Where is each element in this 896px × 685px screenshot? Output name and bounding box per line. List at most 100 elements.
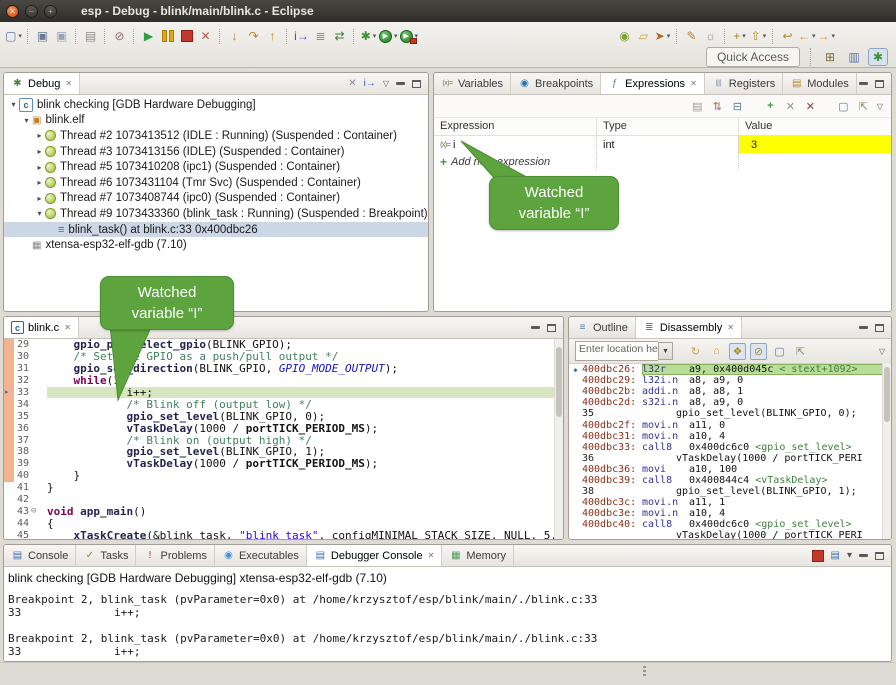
code-text[interactable]: vTaskDelay(1000 / portTICK_PERIOD_MS); xyxy=(47,458,563,470)
maximize-view-icon[interactable] xyxy=(875,552,884,560)
disassembly-line[interactable]: 400dbc36:movia10, 100 xyxy=(569,464,891,475)
refresh-icon[interactable]: ↻ xyxy=(687,343,704,360)
disassembly-scrollbar[interactable] xyxy=(882,363,891,539)
scrollbar-thumb[interactable] xyxy=(556,347,562,417)
disassembly-line[interactable]: 400dbc33:call80x400dc6c0 <gpio_set_level… xyxy=(569,442,891,453)
code-text[interactable]: { xyxy=(47,517,563,529)
editor-line[interactable]: 37 /* Blink on (output high) */ xyxy=(4,434,563,446)
step-into-icon[interactable]: ↓ xyxy=(226,27,243,45)
disconnect-icon[interactable]: ✕ xyxy=(197,27,214,45)
breakpoint-hit-icon[interactable]: ➤ xyxy=(4,387,9,398)
tree-expand-icon[interactable]: ▸ xyxy=(34,178,45,187)
console-tab-console[interactable]: ▤Console xyxy=(4,545,76,566)
gear-icon[interactable]: ☼ xyxy=(702,27,719,45)
disassembly-line[interactable]: 400dbc39:call80x400844c4 <vTaskDelay> xyxy=(569,475,891,486)
sync-selection-icon[interactable]: ⊘ xyxy=(750,343,767,360)
home-icon[interactable]: ⌂ xyxy=(708,343,725,360)
paintbrush-icon[interactable]: ✎ xyxy=(683,27,700,45)
editor-line[interactable]: 39 vTaskDelay(1000 / portTICK_PERIOD_MS)… xyxy=(4,458,563,470)
code-text[interactable]: xTaskCreate(&blink_task, "blink_task", c… xyxy=(47,529,564,540)
minimize-view-icon[interactable] xyxy=(531,326,540,329)
console-tab-executables[interactable]: ◉Executables xyxy=(215,545,307,566)
minimize-view-icon[interactable] xyxy=(396,82,405,85)
view-menu-icon[interactable]: ▽ xyxy=(879,347,885,356)
editor-line[interactable]: 29 gpio_pad_select_gpio(BLINK_GPIO); xyxy=(4,339,563,351)
minimize-view-icon[interactable] xyxy=(859,554,868,557)
expressions-tab-registers[interactable]: ||||Registers xyxy=(705,73,783,94)
console-tab-problems[interactable]: !Problems xyxy=(136,545,214,566)
scrollbar-thumb[interactable] xyxy=(884,367,890,422)
disassembly-tab-disassembly[interactable]: ≣Disassembly✕ xyxy=(636,317,742,338)
disassembly-line[interactable]: 400dbc2f:movi.na11, 0 xyxy=(569,419,891,430)
column-header-expression[interactable]: Expression xyxy=(434,118,596,135)
disassembly-line[interactable]: vTaskDelay(1000 / portTICK_PERI xyxy=(569,530,891,540)
show-source-icon[interactable]: ❖ xyxy=(729,343,746,360)
debug-tree-row[interactable]: ▸Thread #7 1073408744 (ipc0) (Suspended … xyxy=(4,191,428,207)
code-text[interactable] xyxy=(47,494,563,506)
code-text[interactable]: i++; xyxy=(47,387,563,399)
window-maximize-button[interactable]: + xyxy=(44,5,57,18)
debug-tree-row[interactable]: ▸Thread #5 1073410208 (ipc1) (Suspended … xyxy=(4,159,428,175)
editor-line[interactable]: 41} xyxy=(4,482,563,494)
disassembly-content[interactable]: ◆400dbc26:l32ra9, 0x400d045c <_stext+109… xyxy=(569,364,891,540)
save-all-icon[interactable]: ▣ xyxy=(53,27,70,45)
code-text[interactable]: void app_main() xyxy=(47,505,563,517)
remove-all-expressions-icon[interactable]: ✕ xyxy=(804,100,817,113)
editor-line[interactable]: 30 /* Set the GPIO as a push/pull output… xyxy=(4,351,563,363)
tab-close-icon[interactable]: ✕ xyxy=(65,79,72,88)
maximize-view-icon[interactable] xyxy=(412,80,421,88)
tree-expand-icon[interactable]: ▸ xyxy=(34,147,45,156)
flash-icon[interactable]: ➤▾ xyxy=(654,27,671,45)
tree-expand-icon[interactable]: ▸ xyxy=(34,194,45,203)
open-folder-icon[interactable]: ▱ xyxy=(635,27,652,45)
sash-grip[interactable] xyxy=(643,666,646,678)
new-view-icon[interactable]: ▢ xyxy=(771,343,788,360)
build-icon[interactable]: ▤ xyxy=(82,27,99,45)
editor-line[interactable]: 36 vTaskDelay(1000 / portTICK_PERIOD_MS)… xyxy=(4,422,563,434)
terminate-icon[interactable] xyxy=(178,27,195,45)
forward-icon[interactable]: →▾ xyxy=(817,27,835,45)
disassembly-line[interactable]: 400dbc3e:movi.na10, 4 xyxy=(569,508,891,519)
expressions-tab-modules[interactable]: ▤Modules xyxy=(783,73,857,94)
disassembly-line[interactable]: 400dbc29:l32i.na8, a9, 0 xyxy=(569,375,891,386)
last-edit-icon[interactable]: ↩ xyxy=(779,27,796,45)
disassembly-line[interactable]: 400dbc2d:s32i.na8, a9, 0 xyxy=(569,397,891,408)
code-text[interactable]: /* Blink off (output low) */ xyxy=(47,398,563,410)
window-close-button[interactable]: ✕ xyxy=(6,5,19,18)
console-tab-tasks[interactable]: ✓Tasks xyxy=(76,545,136,566)
code-text[interactable]: gpio_set_level(BLINK_GPIO, 0); xyxy=(47,410,563,422)
debug-tree-row[interactable]: ▾Thread #9 1073433360 (blink_task : Runn… xyxy=(4,206,428,222)
maximize-view-icon[interactable] xyxy=(547,324,556,332)
tree-expand-icon[interactable]: ▾ xyxy=(8,100,19,109)
console-output[interactable]: Breakpoint 2, blink_task (pvParameter=0x… xyxy=(4,587,891,658)
code-text[interactable]: gpio_set_level(BLINK_GPIO, 1); xyxy=(47,446,563,458)
debug-tree-row[interactable]: ▸Thread #2 1073413512 (IDLE : Running) (… xyxy=(4,128,428,144)
debug-tree-row[interactable]: ▾cblink checking [GDB Hardware Debugging… xyxy=(4,97,428,113)
code-text[interactable]: /* Set the GPIO as a push/pull output */ xyxy=(47,351,563,363)
editor-scrollbar[interactable] xyxy=(554,339,563,539)
tree-expand-icon[interactable]: ▾ xyxy=(21,116,32,125)
save-icon[interactable]: ▣ xyxy=(34,27,51,45)
view-menu-icon[interactable]: ▽ xyxy=(877,102,883,111)
run-dropdown-icon[interactable]: ▶▾ xyxy=(379,27,398,45)
disassembly-tab-outline[interactable]: ≡Outline xyxy=(569,317,636,338)
tab-close-icon[interactable]: ✕ xyxy=(428,551,435,560)
code-text[interactable]: /* Blink on (output high) */ xyxy=(47,434,563,446)
editor-line[interactable]: 43⊖void app_main() xyxy=(4,505,563,517)
disassembly-line[interactable]: 400dbc3c:movi.na11, 1 xyxy=(569,497,891,508)
console-tab-memory[interactable]: ▦Memory xyxy=(442,545,514,566)
editor-content[interactable]: 29 gpio_pad_select_gpio(BLINK_GPIO);30 /… xyxy=(4,339,563,540)
maximize-view-icon[interactable] xyxy=(875,80,884,88)
expressions-tab-expressions[interactable]: ƒExpressions✕ xyxy=(601,73,705,94)
show-type-names-icon[interactable]: ▤ xyxy=(691,100,704,113)
new-project-icon[interactable]: ◉ xyxy=(616,27,633,45)
code-text[interactable]: while(1) xyxy=(47,375,563,387)
instruction-mode-icon[interactable]: ⇄ xyxy=(331,27,348,45)
show-logical-structure-icon[interactable]: ⇅ xyxy=(711,100,724,113)
tab-close-icon[interactable]: ✕ xyxy=(64,323,71,332)
show-stepping-icon[interactable]: ≣ xyxy=(312,27,329,45)
new-wizard-icon[interactable]: ▢▾ xyxy=(5,27,22,45)
terminate-console-icon[interactable] xyxy=(812,550,824,562)
disassembly-line[interactable]: 35gpio_set_level(BLINK_GPIO, 0); xyxy=(569,408,891,419)
tree-expand-icon[interactable]: ▸ xyxy=(34,163,45,172)
